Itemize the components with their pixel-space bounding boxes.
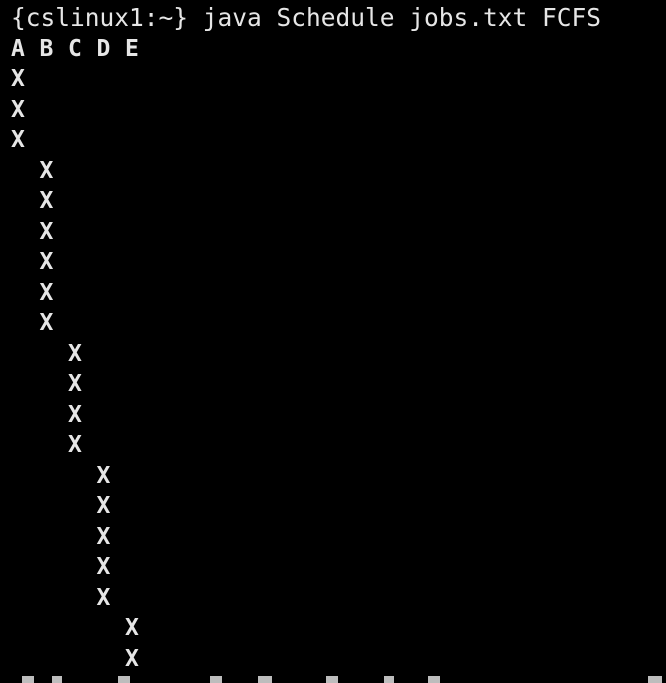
schedule-row: X xyxy=(11,432,83,458)
terminal-window[interactable]: x {cslinux1:~} java Schedule jobs.txt FC… xyxy=(0,0,666,683)
schedule-row: X xyxy=(11,584,111,611)
schedule-row: X xyxy=(11,523,111,550)
schedule-row: X xyxy=(11,554,111,580)
schedule-row: X xyxy=(11,66,26,92)
schedule-row: X xyxy=(11,188,54,214)
schedule-row: X xyxy=(11,493,111,519)
schedule-row: X xyxy=(11,371,83,397)
schedule-row: X xyxy=(11,249,54,275)
shell-command-line: {cslinux1:~} java Schedule jobs.txt FCFS xyxy=(11,3,602,32)
partially-visible-next-line xyxy=(0,676,666,683)
terminal-output: {cslinux1:~} java Schedule jobs.txt FCFS… xyxy=(11,3,601,674)
job-column-header: A B C D E xyxy=(11,35,140,62)
schedule-row: X xyxy=(11,218,54,245)
schedule-row: X xyxy=(11,127,26,153)
schedule-row: X xyxy=(11,96,26,123)
schedule-row: X xyxy=(11,310,54,336)
schedule-row: X xyxy=(11,462,111,489)
schedule-row: X xyxy=(11,157,54,184)
schedule-row: X xyxy=(11,279,54,306)
schedule-row: X xyxy=(11,615,140,641)
schedule-row: X xyxy=(11,401,83,428)
schedule-row: X xyxy=(11,645,140,672)
schedule-row: X xyxy=(11,340,83,367)
